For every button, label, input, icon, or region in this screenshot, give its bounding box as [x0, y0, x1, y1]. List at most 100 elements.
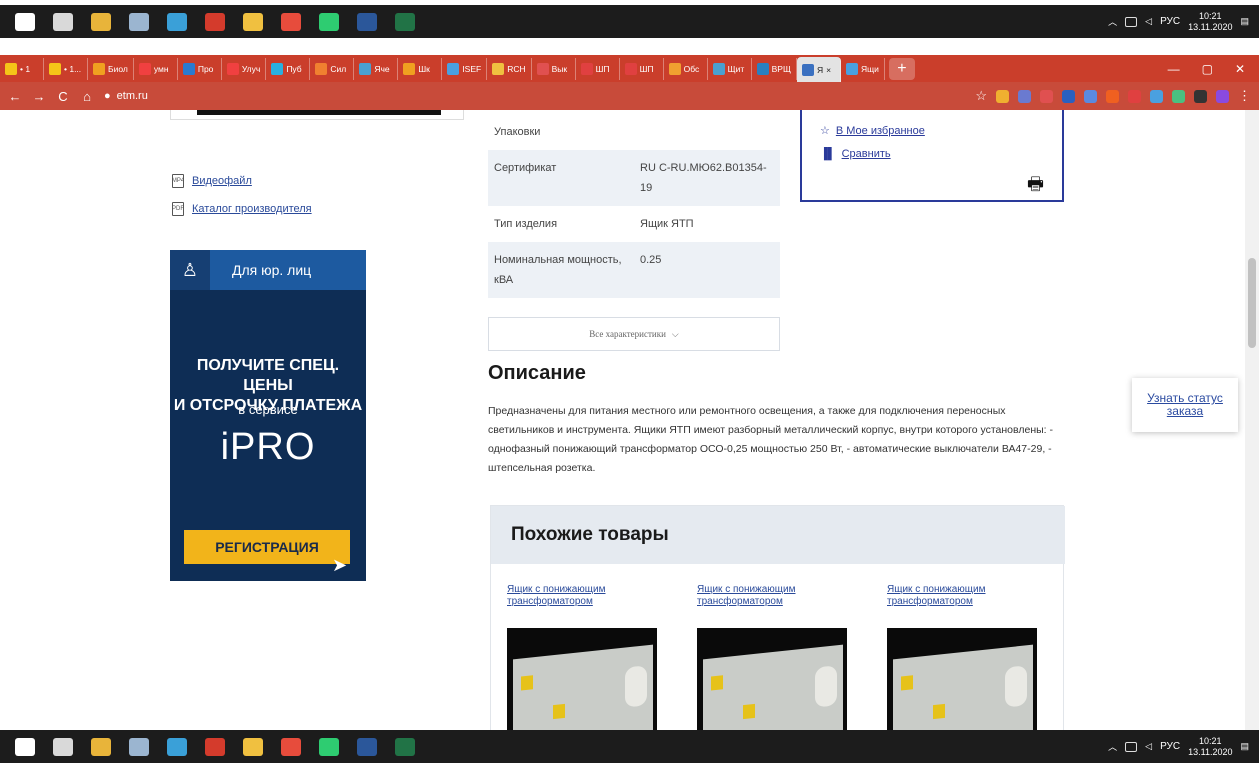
browser-tab[interactable]: Пуб: [266, 57, 311, 80]
acrobat-icon[interactable]: [196, 730, 234, 763]
bookmark-star-icon[interactable]: ☆: [975, 88, 987, 104]
browser-tab[interactable]: Обс: [664, 57, 708, 80]
whatsapp-icon[interactable]: [310, 730, 348, 763]
excel-icon[interactable]: [386, 5, 424, 38]
minimize-icon[interactable]: —: [1168, 62, 1180, 76]
browser-tab[interactable]: умн: [134, 57, 178, 80]
extension-icon[interactable]: [1106, 89, 1119, 103]
product-card-name[interactable]: Ящик с понижающим трансформатором: [887, 584, 1037, 608]
browser-tab[interactable]: Яче: [354, 57, 399, 80]
extension-icon[interactable]: [1018, 89, 1031, 103]
telegram-icon[interactable]: [158, 730, 196, 763]
start-icon[interactable]: [6, 5, 44, 38]
language-indicator[interactable]: РУС: [1160, 741, 1180, 752]
close-icon[interactable]: ✕: [1235, 62, 1245, 76]
product-card[interactable]: Ящик с понижающим трансформатором: [507, 584, 657, 730]
extension-icon[interactable]: [1084, 89, 1097, 103]
compare-link[interactable]: ▐▌ Сравнить: [820, 148, 891, 160]
word-icon[interactable]: [348, 5, 386, 38]
product-card[interactable]: Ящик с понижающим трансформатором: [887, 584, 1037, 730]
ipro-banner[interactable]: ♙ Для юр. лиц ПОЛУЧИТЕ СПЕЦ. ЦЕНЫ И ОТСР…: [170, 250, 366, 581]
page-scrollbar[interactable]: [1245, 110, 1259, 730]
browser-tab[interactable]: Биол: [88, 57, 134, 80]
chrome-icon[interactable]: [272, 5, 310, 38]
product-card-name[interactable]: Ящик с понижающим трансформатором: [697, 584, 847, 608]
extension-icon[interactable]: [1040, 89, 1053, 103]
folder-icon[interactable]: [234, 730, 272, 763]
file-explorer-icon[interactable]: [82, 730, 120, 763]
browser-tab[interactable]: Ящи: [841, 57, 885, 80]
product-card-image[interactable]: [697, 628, 847, 730]
notifications-icon[interactable]: ▤: [1240, 16, 1249, 27]
printer-icon[interactable]: 🖶: [1027, 172, 1044, 202]
start-icon[interactable]: [6, 730, 44, 763]
excel-icon[interactable]: [386, 730, 424, 763]
browser-tab[interactable]: RCH: [487, 57, 532, 80]
network-icon[interactable]: [1125, 741, 1138, 752]
clock[interactable]: 10:21 13.11.2020: [1188, 11, 1232, 33]
folder-icon[interactable]: [234, 5, 272, 38]
extension-icon[interactable]: [1194, 89, 1207, 103]
calculator-icon[interactable]: [120, 730, 158, 763]
menu-icon[interactable]: ⋮: [1238, 88, 1251, 104]
video-file-link[interactable]: MP4 Видеофайл: [172, 174, 252, 188]
product-card-image[interactable]: [507, 628, 657, 730]
browser-tab[interactable]: ВРЩ: [752, 57, 797, 80]
extension-icon[interactable]: [996, 89, 1009, 103]
language-indicator[interactable]: РУС: [1160, 16, 1180, 27]
calculator-icon[interactable]: [120, 5, 158, 38]
catalog-link[interactable]: PDF Каталог производителя: [172, 202, 312, 216]
browser-tab[interactable]: ШП: [576, 57, 620, 80]
tab-close-icon[interactable]: ×: [826, 65, 831, 75]
tray-chevron-icon[interactable]: ︿: [1108, 15, 1117, 28]
task-view-icon[interactable]: [44, 730, 82, 763]
extension-icon[interactable]: [1172, 89, 1185, 103]
browser-tab[interactable]: Вык: [532, 57, 576, 80]
url-field[interactable]: ● etm.ru: [104, 90, 148, 102]
new-tab-button[interactable]: +: [888, 57, 915, 80]
banner-service: в сервисе: [238, 402, 298, 417]
product-card-image[interactable]: [887, 628, 1037, 730]
browser-tab[interactable]: • 1...: [44, 57, 88, 80]
word-icon[interactable]: [348, 730, 386, 763]
task-view-icon[interactable]: [44, 5, 82, 38]
clock[interactable]: 10:21 13.11.2020: [1188, 736, 1232, 758]
maximize-icon[interactable]: ▢: [1202, 62, 1213, 76]
browser-tab[interactable]: ISEF: [442, 57, 488, 80]
acrobat-icon[interactable]: [196, 5, 234, 38]
product-card[interactable]: Ящик с понижающим трансформатором: [697, 584, 847, 730]
browser-tab[interactable]: Я ×: [796, 57, 841, 82]
reload-icon[interactable]: C: [56, 89, 70, 104]
telegram-icon[interactable]: [158, 5, 196, 38]
forward-icon[interactable]: →: [32, 89, 46, 104]
all-characteristics-button[interactable]: Все характеристики ⌵: [488, 317, 780, 351]
volume-icon[interactable]: ◁: [1145, 741, 1152, 752]
browser-tab[interactable]: Улуч: [222, 57, 267, 80]
chrome-icon[interactable]: [272, 730, 310, 763]
browser-tab[interactable]: • 1: [0, 57, 44, 80]
browser-tab[interactable]: Щит: [708, 57, 752, 80]
extension-icon[interactable]: [1062, 89, 1075, 103]
extension-icon[interactable]: [1128, 89, 1141, 103]
browser-tab[interactable]: Сил: [310, 57, 355, 80]
video-file-label: Видеофайл: [192, 175, 252, 187]
tray-chevron-icon[interactable]: ︿: [1108, 740, 1117, 753]
extension-icon[interactable]: [1150, 89, 1163, 103]
extension-icon[interactable]: [1216, 89, 1229, 103]
volume-icon[interactable]: ◁: [1145, 16, 1152, 27]
whatsapp-icon[interactable]: [310, 5, 348, 38]
file-explorer-icon-glyph: [91, 12, 111, 31]
notifications-icon[interactable]: ▤: [1240, 741, 1249, 752]
add-to-favorites-link[interactable]: ☆ В Мое избранное: [820, 124, 925, 138]
register-button[interactable]: РЕГИСТРАЦИЯ: [184, 530, 350, 564]
file-explorer-icon[interactable]: [82, 5, 120, 38]
browser-tab[interactable]: Про: [178, 57, 222, 80]
back-icon[interactable]: ←: [8, 89, 22, 104]
product-card-name[interactable]: Ящик с понижающим трансформатором: [507, 584, 657, 608]
browser-tab[interactable]: Шк: [398, 57, 443, 80]
browser-tab[interactable]: ШП: [620, 57, 664, 80]
home-icon[interactable]: ⌂: [80, 89, 94, 104]
order-status-widget[interactable]: Узнать статус заказа: [1132, 378, 1238, 432]
scrollbar-thumb[interactable]: [1248, 258, 1256, 348]
network-icon[interactable]: [1125, 16, 1138, 27]
